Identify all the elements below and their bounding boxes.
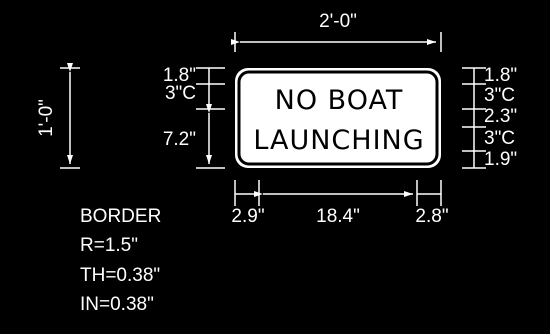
border-radius: R=1.5" — [80, 235, 138, 256]
left-dim-second: 3"C — [165, 83, 196, 104]
right-dim-c: 2.3" — [484, 106, 517, 127]
right-dim-e: 1.9" — [484, 149, 517, 170]
border-inset: IN=0.38" — [80, 294, 154, 315]
bottom-dim-middle: 18.4" — [316, 206, 360, 227]
width-dimension: 2'-0" — [231, 11, 442, 52]
sign-drawing: 2'-0" 1'-0" NO BOAT LAUNCHING 1.8" 3"C 7… — [0, 0, 550, 334]
sign-line-1: NO BOAT — [275, 85, 404, 116]
right-dim-d: 3"C — [484, 128, 515, 149]
sign-line-2: LAUNCHING — [253, 125, 424, 156]
bottom-dim-left: 2.9" — [231, 206, 264, 227]
right-dim-a: 1.8" — [484, 65, 517, 86]
height-dimension: 1'-0" — [36, 63, 80, 169]
bottom-dim-right: 2.8" — [415, 206, 448, 227]
right-dimensions: 1.8" 3"C 2.3" 3"C 1.9" — [462, 65, 517, 170]
left-dimensions: 1.8" 3"C 7.2" — [163, 65, 225, 169]
height-label: 1'-0" — [36, 99, 57, 137]
right-dim-b: 3"C — [484, 85, 515, 106]
bottom-dimensions: 2.9" 18.4" 2.8" — [231, 180, 449, 227]
width-label: 2'-0" — [319, 11, 357, 32]
drawing-canvas: 2'-0" 1'-0" NO BOAT LAUNCHING 1.8" 3"C 7… — [36, 11, 517, 315]
border-notes: BORDER R=1.5" TH=0.38" IN=0.38" — [80, 206, 161, 315]
border-title: BORDER — [80, 206, 161, 227]
left-dim-third: 7.2" — [163, 129, 196, 150]
border-thickness: TH=0.38" — [80, 265, 160, 286]
sign-panel: NO BOAT LAUNCHING — [235, 68, 441, 168]
